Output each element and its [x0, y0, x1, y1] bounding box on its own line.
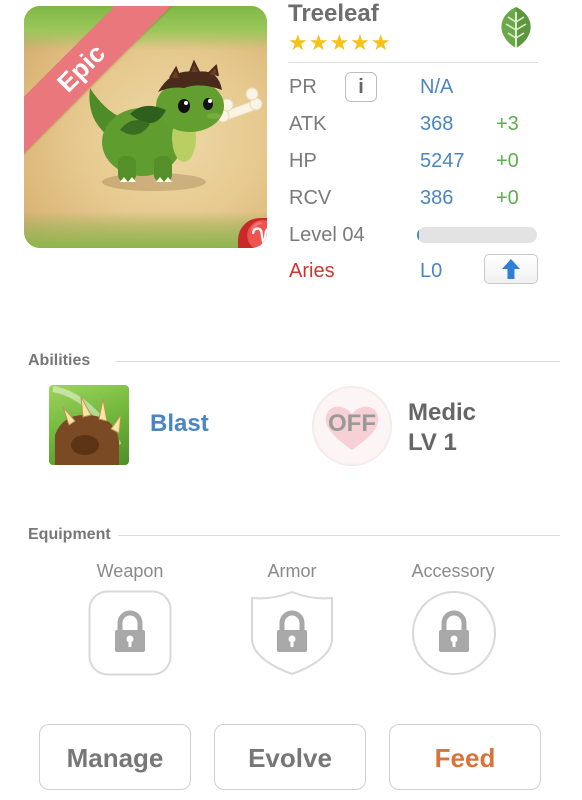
hp-label: HP	[289, 150, 317, 172]
rcv-value: 386	[420, 187, 454, 209]
xp-progress-bar	[417, 227, 537, 243]
rcv-label: RCV	[289, 187, 332, 209]
hp-bonus: +0	[496, 150, 519, 172]
accessory-slot[interactable]	[412, 590, 496, 676]
passive-ability-name: Medic	[408, 399, 477, 426]
sign-label: Aries	[289, 260, 335, 282]
sign-level-value: L0	[420, 260, 443, 282]
feed-button[interactable]: Feed	[389, 724, 541, 790]
equipment-section-title: Equipment	[28, 526, 111, 543]
claw-icon	[52, 386, 122, 465]
pr-label: PR	[289, 76, 317, 98]
equipment-divider	[118, 535, 560, 536]
weapon-slot[interactable]	[88, 590, 172, 676]
armor-slot-label: Armor	[267, 561, 317, 581]
star-rating: ★★★★★	[288, 30, 392, 55]
atk-value: 368	[420, 113, 454, 135]
header-divider	[288, 62, 538, 63]
weapon-slot-label: Weapon	[96, 561, 164, 581]
evolve-button[interactable]: Evolve	[214, 724, 366, 790]
abilities-section-title: Abilities	[28, 352, 91, 369]
blast-ability-tile[interactable]	[49, 385, 129, 465]
passive-ability-info: Medic LV 1	[408, 398, 476, 458]
info-button[interactable]: i	[345, 72, 377, 102]
atk-label: ATK	[289, 113, 327, 135]
accessory-slot-label: Accessory	[411, 561, 495, 581]
atk-bonus: +3	[496, 113, 519, 135]
monster-portrait[interactable]: Epic ♈	[24, 6, 267, 248]
pr-value: N/A	[420, 76, 454, 98]
level-label: Level 04	[289, 224, 365, 246]
manage-button[interactable]: Manage	[39, 724, 191, 790]
monster-name: Treeleaf	[288, 0, 379, 27]
monster-illustration	[89, 59, 263, 191]
leaf-icon	[501, 7, 531, 48]
passive-ability-level: LV 1	[408, 429, 457, 456]
sign-upgrade-button[interactable]	[484, 254, 538, 284]
armor-slot[interactable]	[250, 590, 334, 676]
hp-value: 5247	[420, 150, 465, 172]
monster-shadow	[102, 173, 206, 191]
abilities-divider	[116, 361, 560, 362]
passive-status-label: OFF	[328, 410, 376, 437]
active-ability-name[interactable]: Blast	[150, 410, 209, 438]
rcv-bonus: +0	[496, 187, 519, 209]
xp-progress-fill	[417, 227, 420, 243]
arrow-up-icon	[502, 259, 520, 279]
